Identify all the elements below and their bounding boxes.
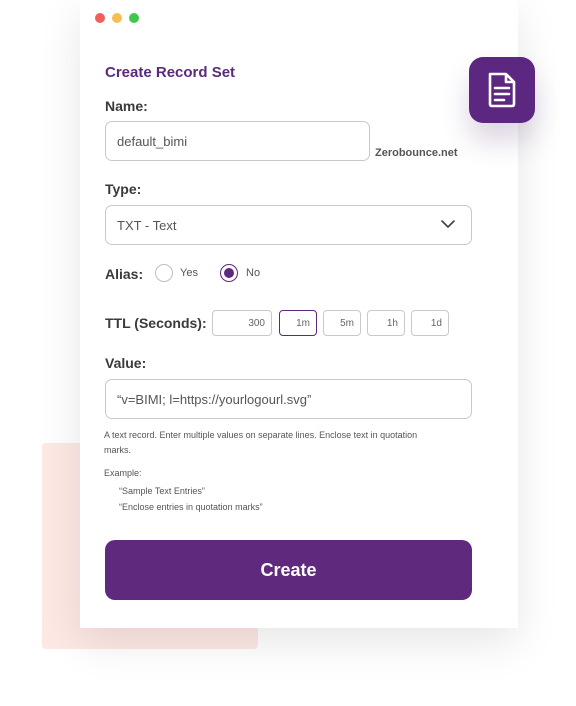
document-icon: [488, 72, 516, 108]
help-text: A text record. Enter multiple values on …: [104, 430, 418, 455]
alias-yes-radio[interactable]: [155, 264, 173, 282]
ttl-label: TTL (Seconds):: [105, 315, 207, 331]
name-label: Name:: [105, 98, 148, 114]
document-badge: [469, 57, 535, 123]
value-textarea[interactable]: “v=BIMI; l=https://yourlogourl.svg”: [105, 379, 472, 419]
value-textarea-text: “v=BIMI; l=https://yourlogourl.svg”: [117, 391, 312, 407]
alias-no-label: No: [246, 267, 261, 279]
example-item: “Sample Text Entries”: [119, 486, 205, 496]
ttl-preset-label: 1m: [296, 317, 310, 329]
ttl-preset-1m[interactable]: 1m: [279, 310, 317, 336]
name-input-value: default_bimi: [117, 133, 188, 149]
example-item: “Enclose entries in quotation marks”: [119, 502, 263, 512]
ttl-preset-1h[interactable]: 1h: [367, 310, 405, 336]
ttl-preset-label: 1d: [430, 317, 442, 329]
alias-label: Alias:: [105, 266, 144, 282]
window-minimize-dot[interactable]: [112, 13, 122, 23]
chevron-down-icon: [441, 220, 455, 228]
form-title: Create Record Set: [105, 64, 236, 81]
ttl-preset-1d[interactable]: 1d: [411, 310, 449, 336]
type-select[interactable]: TXT - Text: [105, 205, 472, 245]
name-input[interactable]: default_bimi: [105, 121, 370, 161]
alias-yes-label: Yes: [180, 267, 198, 279]
alias-no-radio[interactable]: [220, 264, 238, 282]
window-close-dot[interactable]: [95, 13, 105, 23]
type-select-value: TXT - Text: [117, 217, 177, 233]
example-label: Example:: [104, 468, 142, 478]
ttl-preset-label: 5m: [340, 317, 354, 329]
domain-suffix: Zerobounce.net: [375, 147, 458, 159]
ttl-preset-5m[interactable]: 5m: [323, 310, 361, 336]
ttl-preset-label: 1h: [386, 317, 398, 329]
create-button[interactable]: Create: [105, 540, 472, 600]
ttl-input-value: 300: [248, 317, 265, 329]
value-label: Value:: [105, 355, 147, 371]
ttl-input[interactable]: 300: [212, 310, 272, 336]
window-maximize-dot[interactable]: [129, 13, 139, 23]
type-label: Type:: [105, 181, 142, 197]
